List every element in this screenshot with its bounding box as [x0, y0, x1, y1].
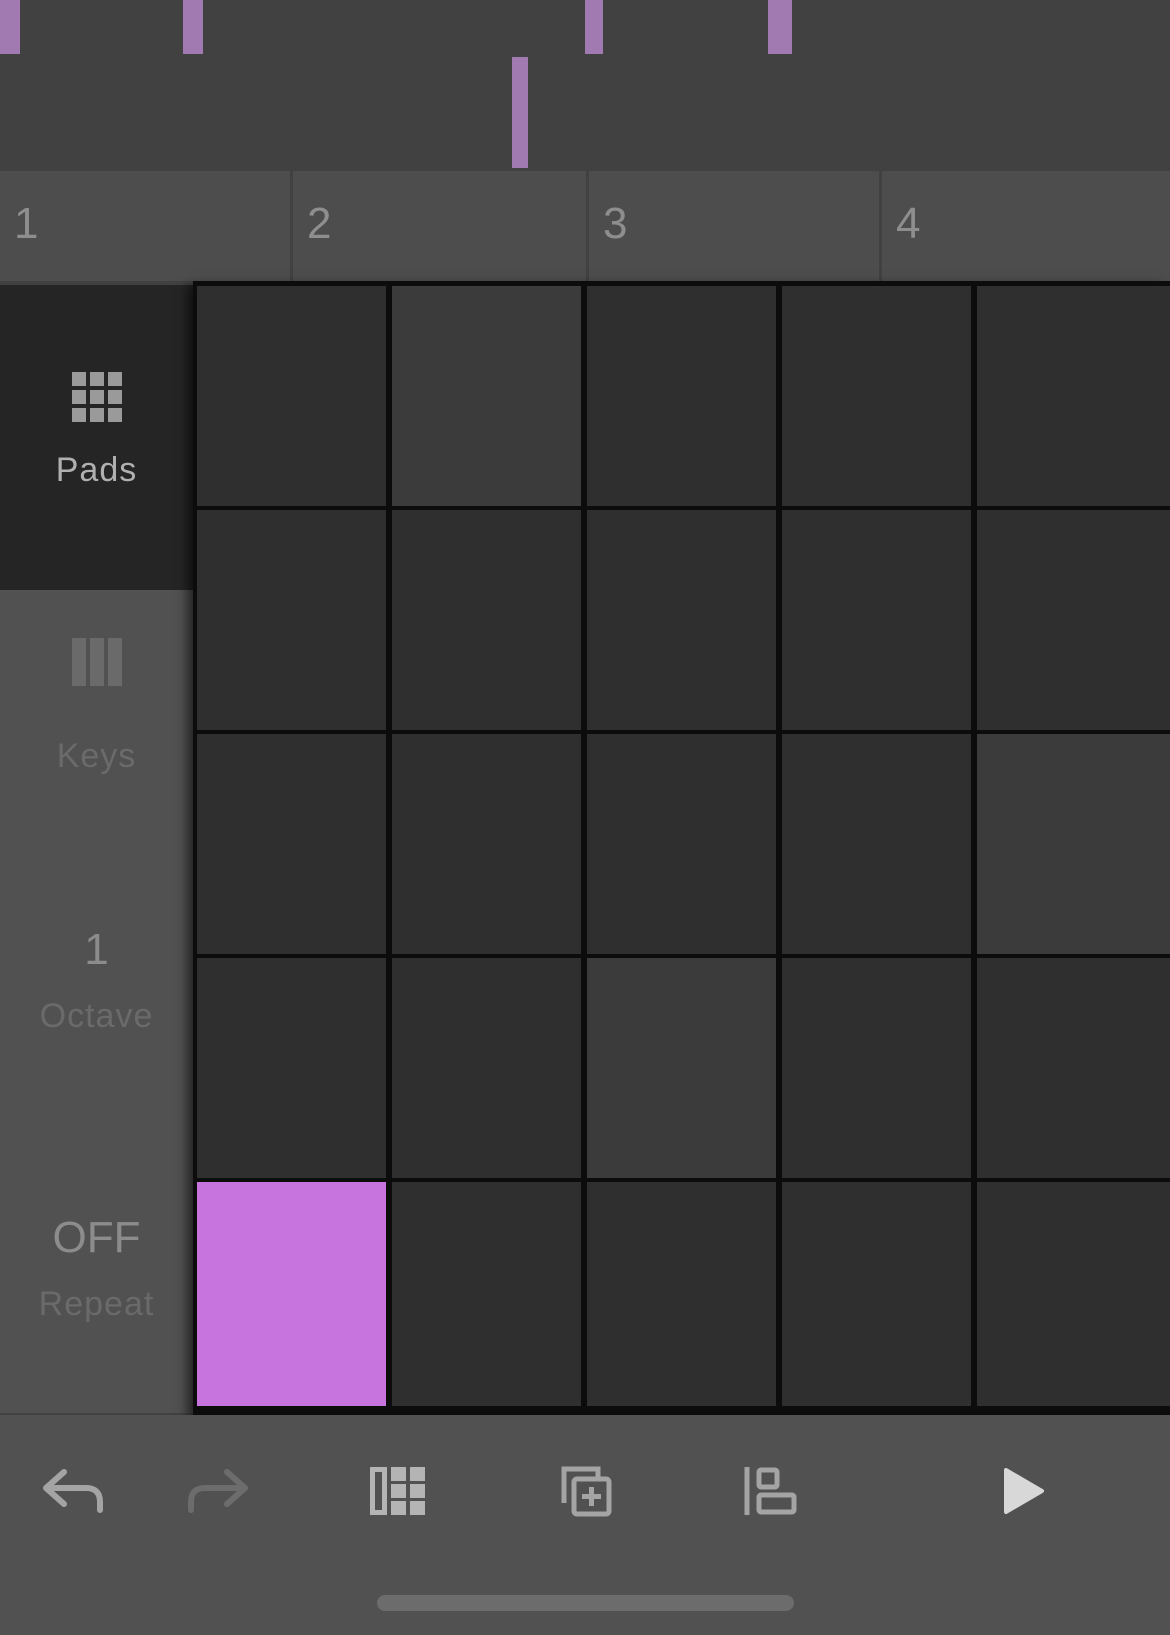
note-marker[interactable]	[512, 57, 528, 168]
pad-r5-c1[interactable]	[197, 1182, 386, 1406]
octave-control[interactable]: 1 Octave	[0, 925, 193, 1075]
grid-icon	[72, 372, 122, 422]
bar-ruler[interactable]: 1 2 3 4	[0, 171, 1170, 281]
pad-r2-c4[interactable]	[782, 510, 971, 730]
repeat-value: OFF	[52, 1213, 141, 1262]
play-button[interactable]	[984, 1451, 1064, 1531]
keys-label: Keys	[56, 737, 137, 775]
pad-r4-c4[interactable]	[782, 958, 971, 1178]
pad-r5-c3[interactable]	[587, 1182, 776, 1406]
pad-r4-c1[interactable]	[197, 958, 386, 1178]
note-marker[interactable]	[585, 0, 603, 54]
pad-r4-c2[interactable]	[392, 958, 581, 1178]
duplicate-icon	[561, 1466, 612, 1517]
keys-icon	[72, 638, 122, 686]
bar-number: 4	[896, 199, 921, 248]
duplicate-button[interactable]	[546, 1451, 626, 1531]
align-icon	[744, 1467, 797, 1515]
align-button[interactable]	[731, 1451, 811, 1531]
bar-number: 2	[307, 199, 332, 248]
pad-r5-c4[interactable]	[782, 1182, 971, 1406]
pad-r3-c2[interactable]	[392, 734, 581, 954]
pad-r1-c4[interactable]	[782, 286, 971, 506]
pad-r2-c2[interactable]	[392, 510, 581, 730]
repeat-toggle[interactable]: OFF Repeat	[0, 1213, 193, 1363]
note-strip[interactable]	[0, 0, 1170, 171]
undo-icon	[43, 1469, 103, 1513]
bar-number: 3	[603, 199, 628, 248]
pad-r1-c2[interactable]	[392, 286, 581, 506]
note-marker[interactable]	[183, 0, 203, 54]
pad-r1-c1[interactable]	[197, 286, 386, 506]
pads-label: Pads	[55, 451, 138, 489]
octave-label: Octave	[39, 997, 154, 1035]
redo-button[interactable]	[178, 1451, 258, 1531]
note-marker[interactable]	[0, 0, 20, 54]
octave-value: 1	[84, 925, 109, 974]
pad-r1-c3[interactable]	[587, 286, 776, 506]
repeat-label: Repeat	[38, 1285, 155, 1323]
bar-3[interactable]: 3	[586, 171, 879, 281]
bar-4[interactable]: 4	[879, 171, 1170, 281]
pad-r3-c3[interactable]	[587, 734, 776, 954]
note-marker[interactable]	[768, 0, 792, 54]
pad-r3-c5[interactable]	[977, 734, 1170, 954]
undo-button[interactable]	[33, 1451, 113, 1531]
home-indicator	[377, 1595, 794, 1611]
layout-icon	[370, 1467, 425, 1515]
pad-r4-c5[interactable]	[977, 958, 1170, 1178]
redo-icon	[188, 1469, 248, 1513]
pad-r1-c5[interactable]	[977, 286, 1170, 506]
bar-number: 1	[14, 199, 39, 248]
bar-2[interactable]: 2	[290, 171, 586, 281]
pad-r5-c5[interactable]	[977, 1182, 1170, 1406]
bar-1[interactable]: 1	[0, 171, 290, 281]
pad-r2-c1[interactable]	[197, 510, 386, 730]
play-icon	[1004, 1468, 1044, 1514]
pad-r2-c3[interactable]	[587, 510, 776, 730]
pad-r4-c3[interactable]	[587, 958, 776, 1178]
pad-r2-c5[interactable]	[977, 510, 1170, 730]
pads-mode-button[interactable]: Pads	[0, 285, 193, 590]
pad-grid	[193, 281, 1170, 1415]
layout-button[interactable]	[358, 1451, 438, 1531]
keys-mode-button[interactable]	[0, 590, 193, 860]
pad-r3-c4[interactable]	[782, 734, 971, 954]
pad-r3-c1[interactable]	[197, 734, 386, 954]
pad-r5-c2[interactable]	[392, 1182, 581, 1406]
side-panel: Pads Keys 1 Octave OFF Repeat	[0, 285, 193, 1413]
